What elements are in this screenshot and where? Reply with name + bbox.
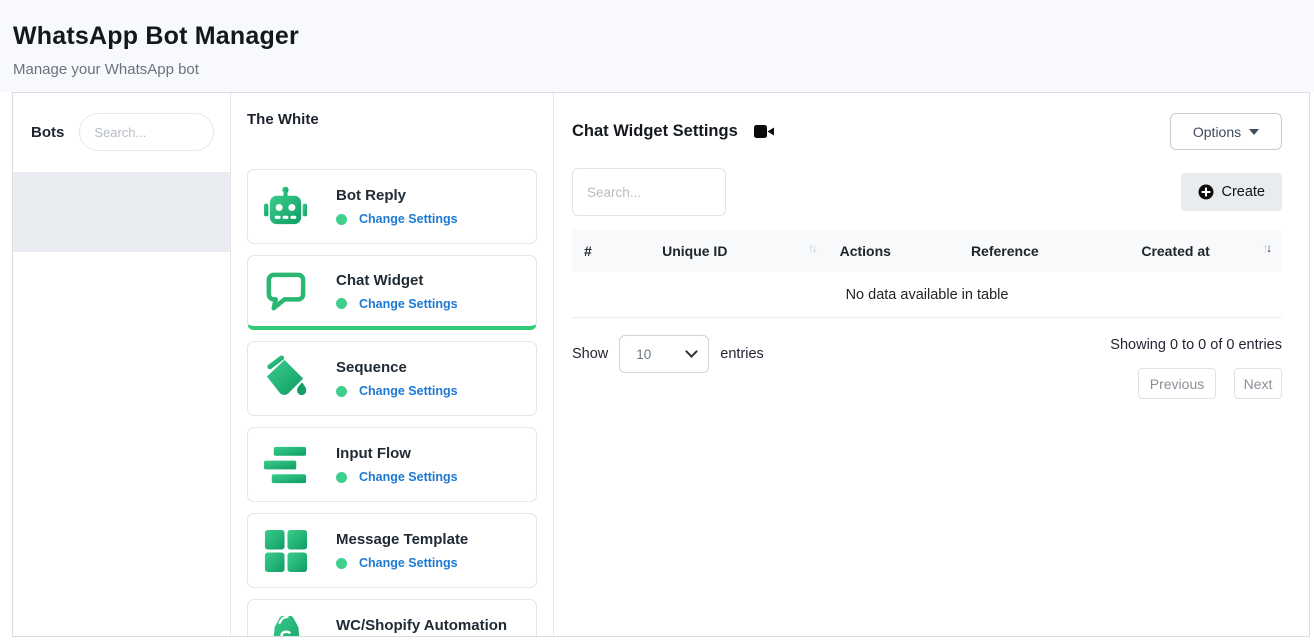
table-empty-row: No data available in table	[572, 272, 1282, 318]
empty-message: No data available in table	[572, 272, 1282, 318]
page-size-select[interactable]: 10	[619, 335, 709, 373]
create-button[interactable]: Create	[1181, 173, 1282, 211]
column-label: #	[584, 243, 592, 259]
card-wc-shopify-automation[interactable]: WC/Shopify Automation Change Settings	[247, 599, 537, 637]
entries-summary: Showing 0 to 0 of 0 entries	[1110, 335, 1282, 353]
table-search-input[interactable]	[572, 168, 726, 216]
previous-button[interactable]: Previous	[1138, 368, 1216, 399]
status-dot-icon	[336, 472, 347, 483]
next-button[interactable]: Next	[1234, 368, 1282, 399]
widgets-table: # Unique ID ↑↓ Actions Reference Created…	[572, 230, 1282, 318]
chevron-down-icon	[1249, 129, 1259, 135]
status-dot-icon	[336, 214, 347, 225]
status-dot-icon	[336, 558, 347, 569]
card-message-template[interactable]: Message Template Change Settings	[247, 513, 537, 588]
page-title: WhatsApp Bot Manager	[13, 22, 1314, 51]
sort-icon: ↑↓	[808, 243, 816, 255]
card-chat-widget[interactable]: Chat Widget Change Settings	[247, 255, 537, 330]
video-camera-icon	[753, 123, 775, 140]
page-buttons: Previous Next	[1110, 368, 1282, 399]
card-title: Chat Widget	[336, 272, 458, 289]
plus-circle-icon	[1198, 184, 1214, 200]
sort-icon-active: ↑↓	[1263, 243, 1271, 255]
column-label: Reference	[971, 243, 1039, 259]
page-size-group: Show 10 entries	[572, 335, 764, 373]
card-text: Bot Reply Change Settings	[336, 187, 458, 226]
page-subtitle: Manage your WhatsApp bot	[13, 61, 1314, 78]
change-settings-link[interactable]: Change Settings	[359, 384, 458, 398]
card-bot-reply[interactable]: Bot Reply Change Settings	[247, 169, 537, 244]
pagination-bar: Show 10 entries Showing 0 to 0 of 0 entr…	[572, 335, 1282, 399]
table-header-row: # Unique ID ↑↓ Actions Reference Created…	[572, 230, 1282, 272]
bots-header: Bots	[13, 93, 230, 151]
column-label: Unique ID	[662, 243, 727, 259]
entries-label: entries	[720, 346, 764, 362]
robot-icon	[262, 183, 309, 230]
column-header-actions[interactable]: Actions	[828, 230, 959, 272]
card-title: Message Template	[336, 531, 468, 548]
bots-label: Bots	[31, 124, 64, 141]
bots-search-input[interactable]	[79, 113, 214, 151]
card-text: WC/Shopify Automation Change Settings	[336, 617, 507, 637]
settings-panel: Chat Widget Settings Options	[554, 93, 1309, 636]
column-header-created-at[interactable]: Created at ↑↓	[1129, 230, 1282, 272]
paint-bucket-icon	[262, 355, 309, 402]
change-settings-link[interactable]: Change Settings	[359, 556, 458, 570]
content-wrapper: Bots The White	[12, 92, 1310, 637]
pagination-right: Showing 0 to 0 of 0 entries Previous Nex…	[1110, 335, 1282, 399]
column-header-reference[interactable]: Reference	[959, 230, 1129, 272]
card-sequence[interactable]: Sequence Change Settings	[247, 341, 537, 416]
feature-card-list: Bot Reply Change Settings Chat Widget	[247, 169, 537, 637]
column-label: Actions	[840, 243, 891, 259]
card-link-row: Change Settings	[336, 384, 458, 398]
card-input-flow[interactable]: Input Flow Change Settings	[247, 427, 537, 502]
options-button[interactable]: Options	[1170, 113, 1282, 150]
options-button-label: Options	[1193, 124, 1241, 140]
shopify-bag-icon	[262, 613, 309, 637]
chat-bubble-icon	[262, 268, 309, 315]
table-toolbar: Create	[572, 168, 1282, 216]
card-text: Chat Widget Change Settings	[336, 272, 458, 311]
card-link-row: Change Settings	[336, 470, 458, 484]
card-title: Bot Reply	[336, 187, 458, 204]
status-dot-icon	[336, 386, 347, 397]
show-label: Show	[572, 346, 608, 362]
card-text: Sequence Change Settings	[336, 359, 458, 398]
chevron-down-icon	[685, 345, 698, 358]
card-title: WC/Shopify Automation	[336, 617, 507, 634]
card-title: Input Flow	[336, 445, 458, 462]
bots-sidebar: Bots	[13, 93, 231, 636]
page-size-value: 10	[636, 347, 687, 362]
settings-header: Chat Widget Settings Options	[572, 113, 1282, 150]
bot-list-item-selected[interactable]	[13, 172, 230, 252]
column-header-unique-id[interactable]: Unique ID ↑↓	[650, 230, 828, 272]
card-link-row: Change Settings	[336, 212, 458, 226]
create-button-label: Create	[1221, 184, 1265, 200]
status-dot-icon	[336, 298, 347, 309]
bot-feature-panel: The White	[231, 93, 554, 636]
column-label: Created at	[1141, 243, 1209, 259]
page-header: WhatsApp Bot Manager Manage your WhatsAp…	[0, 0, 1314, 92]
change-settings-link[interactable]: Change Settings	[359, 297, 458, 311]
list-bars-icon	[262, 441, 309, 488]
grid-icon	[262, 527, 309, 574]
column-header-index[interactable]: #	[572, 230, 650, 272]
card-text: Input Flow Change Settings	[336, 445, 458, 484]
change-settings-link[interactable]: Change Settings	[359, 470, 458, 484]
settings-title: Chat Widget Settings	[572, 122, 738, 141]
card-link-row: Change Settings	[336, 297, 458, 311]
card-text: Message Template Change Settings	[336, 531, 468, 570]
bot-name: The White	[247, 111, 537, 128]
card-link-row: Change Settings	[336, 556, 468, 570]
card-title: Sequence	[336, 359, 458, 376]
change-settings-link[interactable]: Change Settings	[359, 212, 458, 226]
